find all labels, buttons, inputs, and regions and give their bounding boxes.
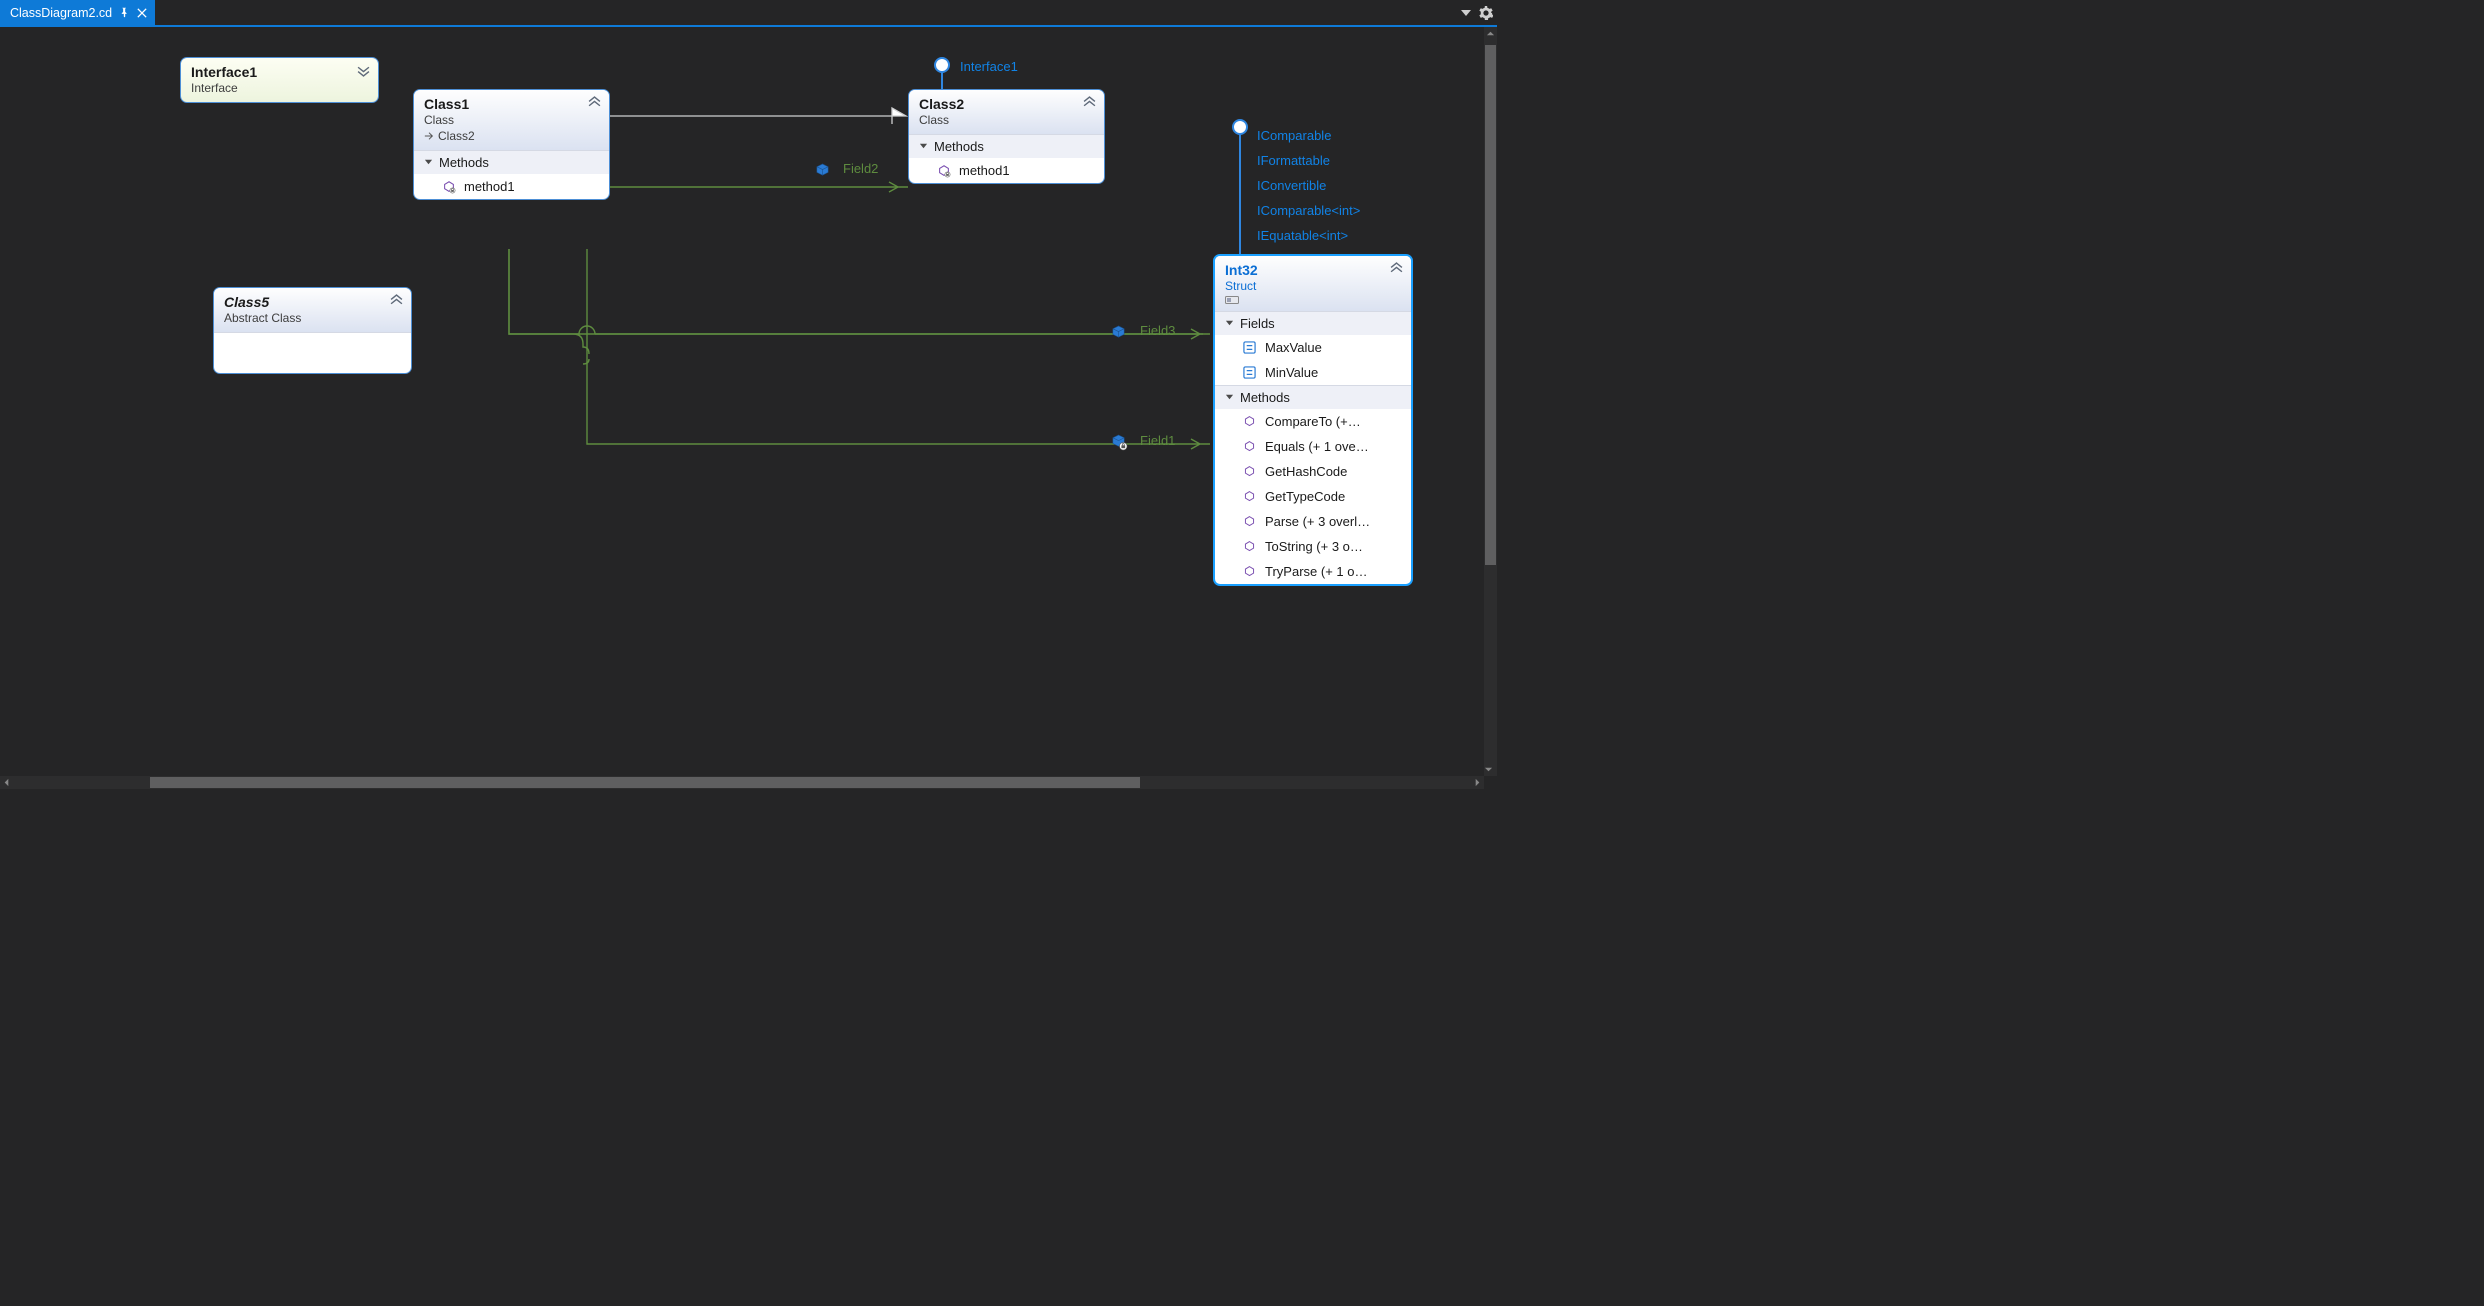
association-label-field2[interactable]: Field2 — [843, 161, 878, 176]
method-icon — [1243, 440, 1257, 453]
member-tostring[interactable]: ToString (+ 3 o… — [1215, 534, 1411, 559]
node-subtitle: Interface — [191, 81, 368, 95]
collapse-icon[interactable] — [390, 294, 403, 307]
field-icon-locked — [1111, 434, 1128, 451]
member-gettypecode[interactable]: GetTypeCode — [1215, 484, 1411, 509]
close-icon[interactable] — [137, 8, 147, 18]
association-field1[interactable] — [587, 249, 1210, 449]
method-icon — [937, 164, 951, 178]
section-header-fields[interactable]: Fields — [1215, 311, 1411, 335]
member-equals[interactable]: Equals (+ 1 ove… — [1215, 434, 1411, 459]
node-class5[interactable]: Class5 Abstract Class — [213, 287, 412, 374]
node-interface1[interactable]: Interface1 Interface — [180, 57, 379, 103]
collapse-icon[interactable] — [1083, 96, 1096, 109]
node-class1[interactable]: Class1 Class Class2 Methods — [413, 89, 610, 200]
caret-down-icon — [919, 142, 928, 151]
section-header-methods[interactable]: Methods — [1215, 385, 1411, 409]
scroll-right-icon[interactable] — [1471, 776, 1484, 789]
member-tryparse[interactable]: TryParse (+ 1 o… — [1215, 559, 1411, 584]
section-header-methods[interactable]: Methods — [414, 150, 609, 174]
lollipop-int32[interactable] — [1232, 119, 1246, 259]
horizontal-scrollbar[interactable] — [0, 776, 1484, 789]
association-field3[interactable] — [509, 249, 1210, 364]
lollipop-label-iconvertible[interactable]: IConvertible — [1257, 178, 1326, 193]
lollipop-label-icomparable[interactable]: IComparable — [1257, 128, 1331, 143]
scroll-up-icon[interactable] — [1484, 27, 1497, 40]
member-compareto[interactable]: CompareTo (+… — [1215, 409, 1411, 434]
document-tab[interactable]: ClassDiagram2.cd — [0, 0, 155, 25]
scroll-left-icon[interactable] — [0, 776, 13, 789]
document-tab-title: ClassDiagram2.cd — [10, 6, 112, 20]
inherits-arrow-icon — [424, 131, 434, 141]
vertical-scrollbar[interactable] — [1484, 27, 1497, 776]
node-class2[interactable]: Class2 Class Methods method1 — [908, 89, 1105, 184]
scroll-down-icon[interactable] — [1484, 763, 1493, 776]
association-label-field1[interactable]: Field1 — [1140, 433, 1175, 448]
constant-icon — [1243, 341, 1257, 354]
struct-icon — [1225, 296, 1401, 304]
method-icon — [1243, 515, 1257, 528]
method-icon — [1243, 490, 1257, 503]
caret-down-icon — [1225, 319, 1234, 328]
pin-icon[interactable] — [119, 7, 130, 18]
member-method1[interactable]: method1 — [414, 174, 609, 199]
node-title: Int32 — [1225, 262, 1401, 278]
node-title: Class1 — [424, 96, 599, 112]
node-inherits: Class2 — [424, 129, 599, 143]
lollipop-label-icomparable-int[interactable]: IComparable<int> — [1257, 203, 1360, 218]
lollipop-label-interface1[interactable]: Interface1 — [960, 59, 1018, 74]
inheritance-line-class1-class2 — [608, 108, 906, 124]
node-subtitle: Abstract Class — [224, 311, 401, 325]
diagram-canvas[interactable]: Field2 Field3 Field1 Interface1 ICompara… — [0, 27, 1484, 776]
association-field2[interactable] — [608, 182, 908, 192]
method-icon — [1243, 415, 1257, 428]
caret-down-icon — [1225, 393, 1234, 402]
member-parse[interactable]: Parse (+ 3 overl… — [1215, 509, 1411, 534]
scrollbar-thumb[interactable] — [150, 777, 1140, 788]
node-subtitle: Struct — [1225, 279, 1401, 293]
association-label-field3[interactable]: Field3 — [1140, 323, 1175, 338]
caret-down-icon — [424, 158, 433, 167]
field-icon — [1111, 325, 1126, 340]
expand-icon[interactable] — [357, 64, 370, 77]
node-int32[interactable]: Int32 Struct Fields MaxValue — [1213, 254, 1413, 586]
field-icon — [815, 163, 830, 178]
lollipop-label-iequatable-int[interactable]: IEquatable<int> — [1257, 228, 1348, 243]
document-tabstrip: ClassDiagram2.cd — [0, 0, 1497, 27]
lollipop-label-iformattable[interactable]: IFormattable — [1257, 153, 1330, 168]
section-header-methods[interactable]: Methods — [909, 134, 1104, 158]
node-title: Class5 — [224, 294, 401, 310]
lollipop-interface1[interactable] — [934, 57, 948, 87]
scrollbar-thumb[interactable] — [1485, 45, 1496, 565]
member-method1[interactable]: method1 — [909, 158, 1104, 183]
constant-icon — [1243, 366, 1257, 379]
collapse-icon[interactable] — [1390, 262, 1403, 275]
node-subtitle: Class — [424, 113, 599, 127]
method-icon — [1243, 465, 1257, 478]
member-minvalue[interactable]: MinValue — [1215, 360, 1411, 385]
method-icon — [442, 180, 456, 194]
node-title: Class2 — [919, 96, 1094, 112]
node-subtitle: Class — [919, 113, 1094, 127]
member-gethashcode[interactable]: GetHashCode — [1215, 459, 1411, 484]
collapse-icon[interactable] — [588, 96, 601, 109]
gear-icon[interactable] — [1479, 6, 1493, 20]
method-icon — [1243, 565, 1257, 578]
method-icon — [1243, 540, 1257, 553]
tab-overflow-icon[interactable] — [1461, 8, 1471, 18]
member-maxvalue[interactable]: MaxValue — [1215, 335, 1411, 360]
node-title: Interface1 — [191, 64, 368, 80]
